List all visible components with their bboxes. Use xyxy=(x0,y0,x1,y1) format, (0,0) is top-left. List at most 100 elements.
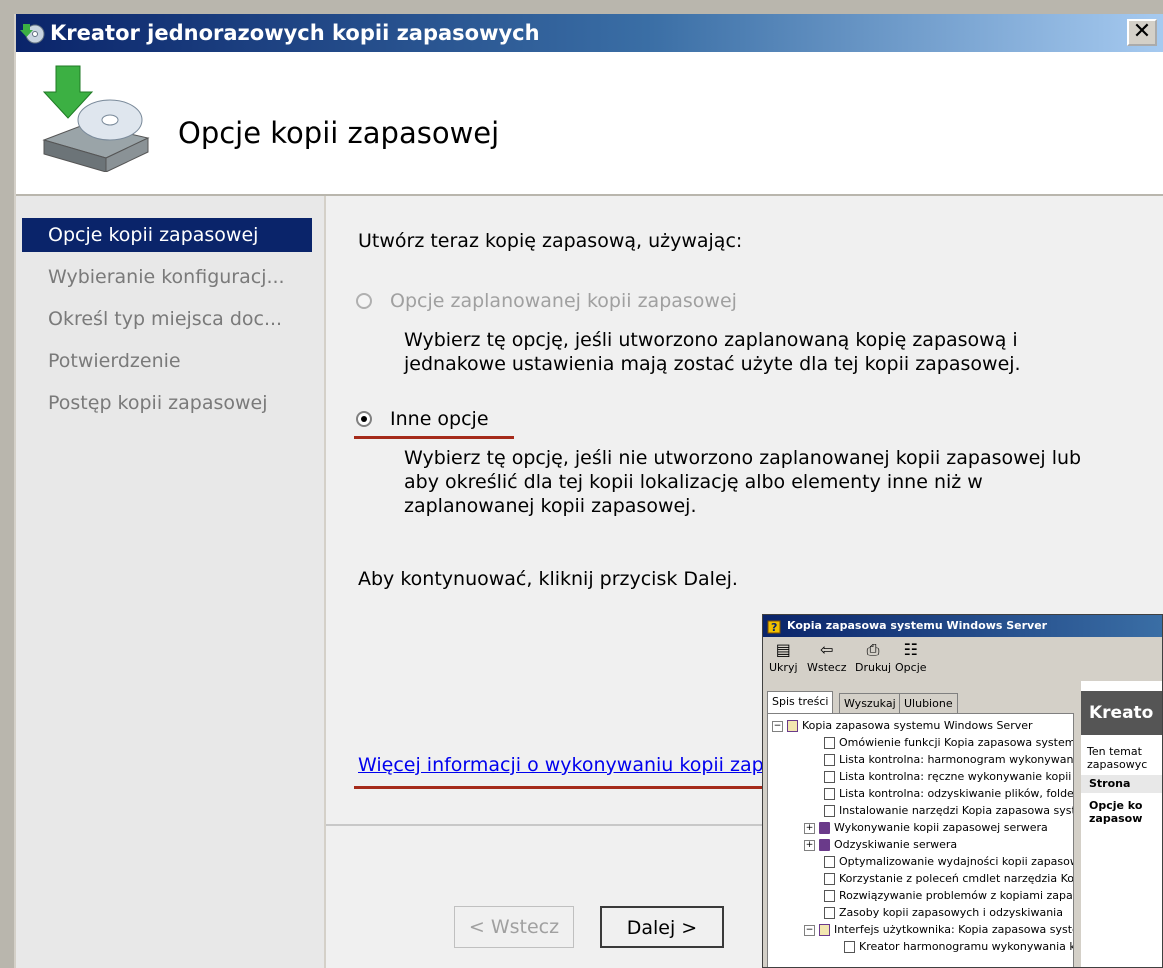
step-select-configuration[interactable]: Wybieranie konfiguracj... xyxy=(22,260,312,294)
tree-item-label: Rozwiązywanie problemów z kopiami zapaso xyxy=(839,889,1074,902)
table-cell-line: zapasow xyxy=(1089,812,1143,825)
back-label: Wstecz xyxy=(807,661,847,674)
radio-other[interactable] xyxy=(356,411,372,427)
help-toolbar: ▤ Ukryj ⇦ Wstecz ⎙ Drukuj ☷ Opcje xyxy=(763,637,1162,681)
hide-button[interactable]: ▤ Ukryj xyxy=(769,639,798,674)
tree-item[interactable]: + Wykonywanie kopii zapasowej serwera xyxy=(804,820,1048,836)
step-backup-options[interactable]: Opcje kopii zapasowej xyxy=(22,218,312,252)
topic-title: Kreato xyxy=(1081,691,1162,735)
tree-item[interactable]: Rozwiązywanie problemów z kopiami zapaso xyxy=(824,888,1074,904)
collapse-icon[interactable]: − xyxy=(772,720,783,732)
svg-text:?: ? xyxy=(771,621,777,634)
wizard-header: Opcje kopii zapasowej xyxy=(16,52,1163,196)
backup-disk-icon xyxy=(42,65,150,172)
background-frame-top xyxy=(0,0,1163,14)
page-icon xyxy=(824,771,835,783)
expand-icon[interactable]: + xyxy=(804,822,815,834)
tree-item-label: Kreator harmonogramu wykonywania kop xyxy=(859,940,1074,953)
wizard-title: Kreator jednorazowych kopii zapasowych xyxy=(50,21,540,45)
options-label: Opcje xyxy=(895,661,927,674)
tree-item-label: Optymalizowanie wydajności kopii zapasow… xyxy=(839,855,1074,868)
tree-item[interactable]: Lista kontrolna: ręczne wykonywanie kopi… xyxy=(824,769,1074,785)
printer-icon: ⎙ xyxy=(866,640,880,659)
tree-item[interactable]: − Interfejs użytkownika: Kopia zapasowa s… xyxy=(804,922,1074,938)
help-title: Kopia zapasowa systemu Windows Server xyxy=(787,619,1048,632)
topic-intro-line: zapasowyc xyxy=(1087,758,1148,771)
page-icon xyxy=(824,788,835,800)
highlight-underline-option xyxy=(354,436,514,439)
highlight-underline-link xyxy=(354,786,794,789)
tree-item[interactable]: Kreator harmonogramu wykonywania kop xyxy=(844,939,1074,955)
tree-item[interactable]: − Kopia zapasowa systemu Windows Server xyxy=(772,718,1033,734)
page-icon xyxy=(824,754,835,766)
page-icon xyxy=(824,873,835,885)
page-icon xyxy=(824,907,835,919)
back-arrow-icon: ⇦ xyxy=(820,640,834,659)
tree-item-label: Kopia zapasowa systemu Windows Server xyxy=(802,719,1033,732)
wizard-step-list: Opcje kopii zapasowej Wybieranie konfigu… xyxy=(16,196,324,968)
hide-icon: ▤ xyxy=(775,640,791,659)
table-cell-line: Opcje ko xyxy=(1089,799,1143,812)
page-icon xyxy=(824,737,835,749)
page-icon xyxy=(824,805,835,817)
table-cell[interactable]: Opcje ko zapasow xyxy=(1089,799,1142,825)
collapse-icon[interactable]: − xyxy=(804,924,815,936)
continue-hint: Aby kontynuować, kliknij przycisk Dalej. xyxy=(358,568,738,590)
help-contents-tree: − Kopia zapasowa systemu Windows Server O… xyxy=(767,713,1074,967)
background-frame-left xyxy=(0,0,14,968)
tree-item-label: Interfejs użytkownika: Kopia zapasowa sy… xyxy=(834,923,1074,936)
tree-item[interactable]: Korzystanie z poleceń cmdlet narzędzia K… xyxy=(824,871,1074,887)
tree-item-label: Wykonywanie kopii zapasowej serwera xyxy=(834,821,1048,834)
tree-item-label: Instalowanie narzędzi Kopia zapasowa sys… xyxy=(839,804,1074,817)
step-confirmation[interactable]: Potwierdzenie xyxy=(22,344,312,378)
option-other-label: Inne opcje xyxy=(390,408,489,430)
intro-text: Utwórz teraz kopię zapasową, używając: xyxy=(358,230,743,252)
option-scheduled-label: Opcje zaplanowanej kopii zapasowej xyxy=(390,290,737,312)
print-button[interactable]: ⎙ Drukuj xyxy=(855,639,891,674)
page-title: Opcje kopii zapasowej xyxy=(178,116,500,150)
radio-scheduled[interactable] xyxy=(356,293,372,309)
tab-favorites[interactable]: Ulubione xyxy=(899,693,958,714)
tree-item[interactable]: Lista kontrolna: harmonogram wykonywania… xyxy=(824,752,1074,768)
option-other-description: Wybierz tę opcję, jeśli nie utworzono za… xyxy=(404,447,1082,517)
tree-item[interactable]: Optymalizowanie wydajności kopii zapasow… xyxy=(824,854,1074,870)
more-info-link[interactable]: Więcej informacji o wykonywaniu kopii za… xyxy=(358,754,764,776)
tree-item-label: Korzystanie z poleceń cmdlet narzędzia K… xyxy=(839,872,1074,885)
tree-item-label: Lista kontrolna: ręczne wykonywanie kopi… xyxy=(839,770,1074,783)
print-label: Drukuj xyxy=(855,661,892,674)
topic-intro: Ten temat zapasowyc xyxy=(1087,745,1147,771)
book-icon xyxy=(819,839,830,851)
tab-contents[interactable]: Spis treści xyxy=(767,691,834,714)
tab-search[interactable]: Wyszukaj xyxy=(839,693,901,714)
tree-item[interactable]: Omówienie funkcji Kopia zapasowa systemu… xyxy=(824,735,1074,751)
open-book-icon xyxy=(787,720,798,732)
page-icon xyxy=(844,941,855,953)
tree-item-label: Lista kontrolna: harmonogram wykonywania… xyxy=(839,753,1074,766)
step-destination-type[interactable]: Określ typ miejsca doc... xyxy=(22,302,312,336)
step-backup-progress[interactable]: Postęp kopii zapasowej xyxy=(22,386,312,420)
tree-item-label: Zasoby kopii zapasowych i odzyskiwania xyxy=(839,906,1063,919)
next-button[interactable]: Dalej > xyxy=(600,906,724,948)
back-toolbar-button[interactable]: ⇦ Wstecz xyxy=(807,639,847,674)
expand-icon[interactable]: + xyxy=(804,839,815,851)
tree-item[interactable]: Instalowanie narzędzi Kopia zapasowa sys… xyxy=(824,803,1074,819)
tree-item[interactable]: + Odzyskiwanie serwera xyxy=(804,837,957,853)
close-button[interactable]: ✕ xyxy=(1127,19,1157,46)
page-icon xyxy=(824,856,835,868)
tree-item[interactable]: Lista kontrolna: odzyskiwanie plików, fo… xyxy=(824,786,1074,802)
tree-item-label: Omówienie funkcji Kopia zapasowa systemu… xyxy=(839,736,1074,749)
option-scheduled-description: Wybierz tę opcję, jeśli utworzono zaplan… xyxy=(404,329,1021,375)
tree-item[interactable]: Zasoby kopii zapasowych i odzyskiwania xyxy=(824,905,1063,921)
close-icon: ✕ xyxy=(1132,19,1152,44)
options-button[interactable]: ☷ Opcje xyxy=(895,639,927,674)
topic-intro-line: Ten temat xyxy=(1087,745,1142,758)
help-topic-pane: Kreato Ten temat zapasowyc Strona Opcje … xyxy=(1081,681,1162,967)
help-titlebar[interactable]: ? Kopia zapasowa systemu Windows Server xyxy=(763,615,1162,637)
tree-item-label: Odzyskiwanie serwera xyxy=(834,838,958,851)
back-button[interactable]: < Wstecz xyxy=(454,906,574,948)
options-icon: ☷ xyxy=(903,640,918,659)
table-header: Strona xyxy=(1081,775,1162,793)
wizard-titlebar[interactable]: Kreator jednorazowych kopii zapasowych ✕ xyxy=(16,14,1163,52)
tree-item-label: Lista kontrolna: odzyskiwanie plików, fo… xyxy=(839,787,1074,800)
backup-app-icon xyxy=(20,24,45,44)
